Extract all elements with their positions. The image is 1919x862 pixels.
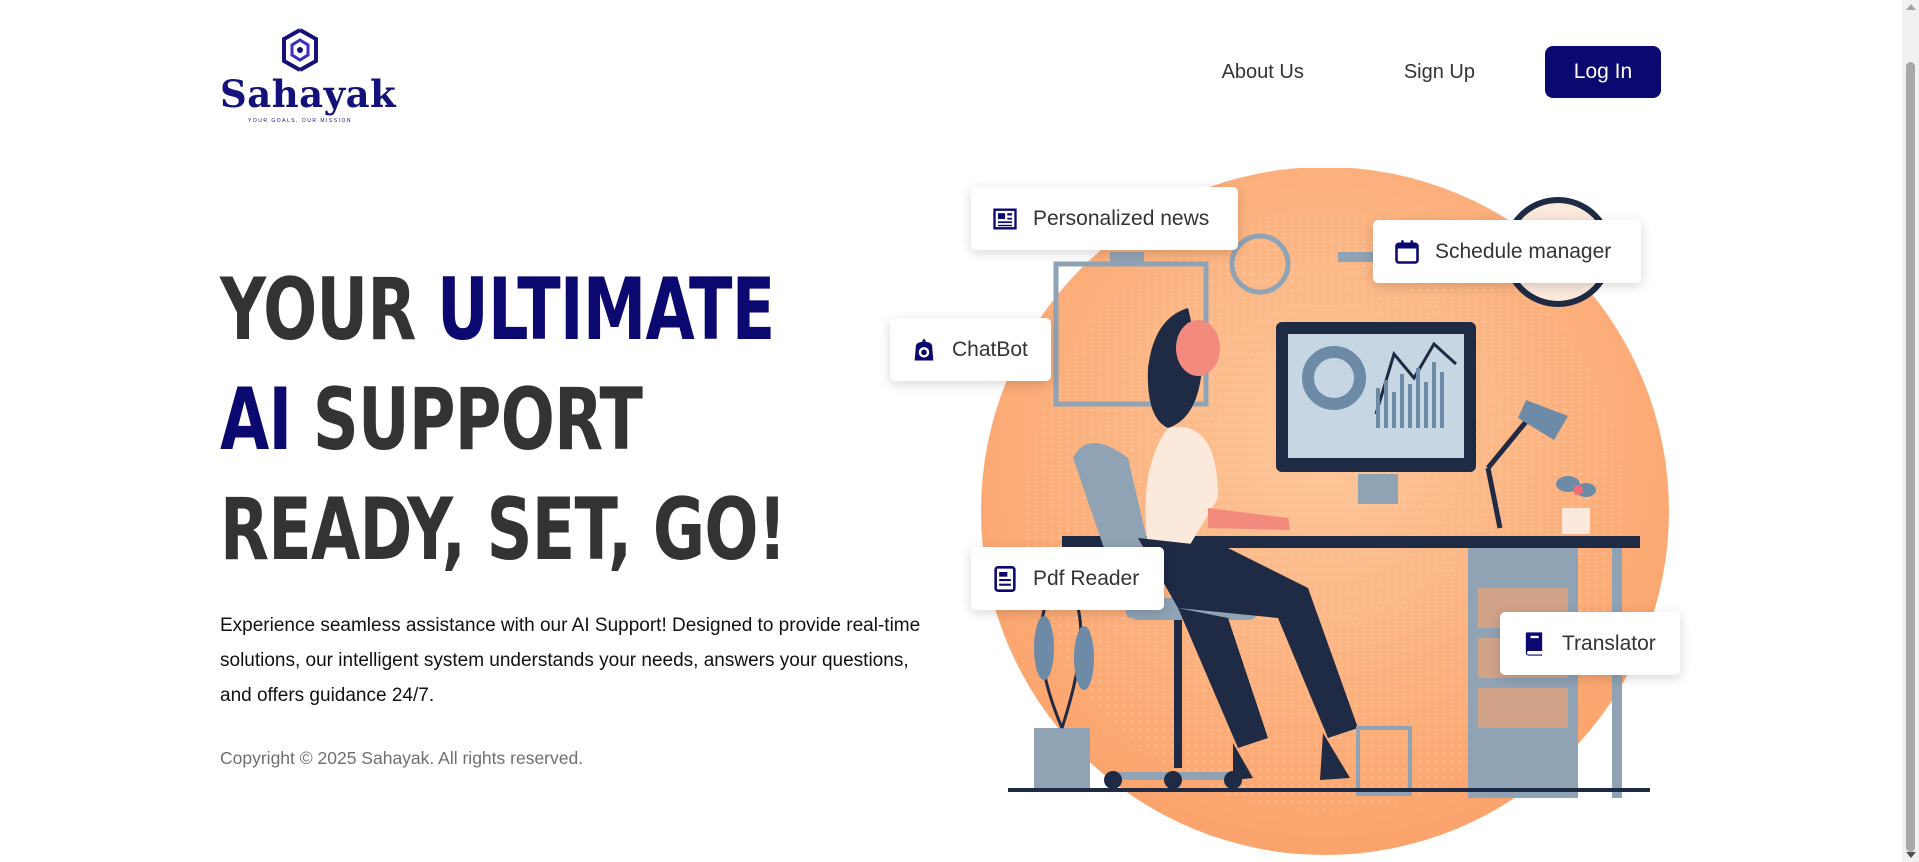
scrollbar-thumb[interactable] bbox=[1906, 62, 1915, 852]
hero-line-1: YOUR ULTIMATE bbox=[220, 255, 786, 365]
sign-up-link[interactable]: Sign Up bbox=[1404, 61, 1475, 84]
brand-tagline: YOUR GOALS, OUR MISSION bbox=[248, 118, 352, 124]
feature-card-schedule-manager[interactable]: Schedule manager bbox=[1373, 220, 1641, 283]
hero-line-2: AI SUPPORT bbox=[220, 365, 786, 475]
scroll-up-arrow-icon[interactable] bbox=[1906, 4, 1916, 10]
hero-heading: YOUR ULTIMATE AI SUPPORT READY, SET, GO! bbox=[220, 255, 787, 585]
feature-card-personalized-news[interactable]: Personalized news bbox=[971, 187, 1238, 250]
feature-label: Schedule manager bbox=[1435, 239, 1612, 263]
feature-label: Translator bbox=[1562, 631, 1656, 655]
brand-name: Sahayak bbox=[220, 72, 397, 116]
hero-accent-text: ULTIMATE bbox=[437, 260, 775, 360]
hero-accent-text: AI bbox=[220, 370, 292, 470]
copyright-text: Copyright © 2025 Sahayak. All rights res… bbox=[220, 748, 584, 768]
top-nav: About Us Sign Up Log In bbox=[1222, 46, 1661, 98]
calendar-icon bbox=[1395, 239, 1419, 264]
hero-text: YOUR bbox=[220, 260, 438, 360]
brand-logo[interactable]: Sahayak YOUR GOALS, OUR MISSION bbox=[220, 26, 397, 124]
page-scrollbar[interactable] bbox=[1902, 0, 1919, 862]
scroll-down-arrow-icon[interactable] bbox=[1906, 852, 1916, 858]
newspaper-icon bbox=[993, 208, 1017, 229]
book-icon bbox=[1525, 631, 1543, 656]
feature-card-translator[interactable]: Translator bbox=[1500, 612, 1680, 675]
feature-card-pdf-reader[interactable]: Pdf Reader bbox=[971, 547, 1164, 610]
about-us-link[interactable]: About Us bbox=[1222, 61, 1304, 84]
robot-icon bbox=[914, 337, 934, 360]
hero-description: Experience seamless assistance with our … bbox=[220, 615, 921, 706]
hero-text: SUPPORT bbox=[291, 370, 643, 470]
logo-mark-icon bbox=[282, 28, 318, 72]
hero-line-3: READY, SET, GO! bbox=[220, 480, 787, 580]
log-in-button[interactable]: Log In bbox=[1545, 46, 1661, 98]
document-icon bbox=[994, 565, 1016, 592]
feature-card-chatbot[interactable]: ChatBot bbox=[890, 318, 1051, 381]
feature-label: Pdf Reader bbox=[1033, 566, 1140, 590]
feature-label: Personalized news bbox=[1033, 206, 1210, 230]
feature-label: ChatBot bbox=[952, 337, 1028, 361]
